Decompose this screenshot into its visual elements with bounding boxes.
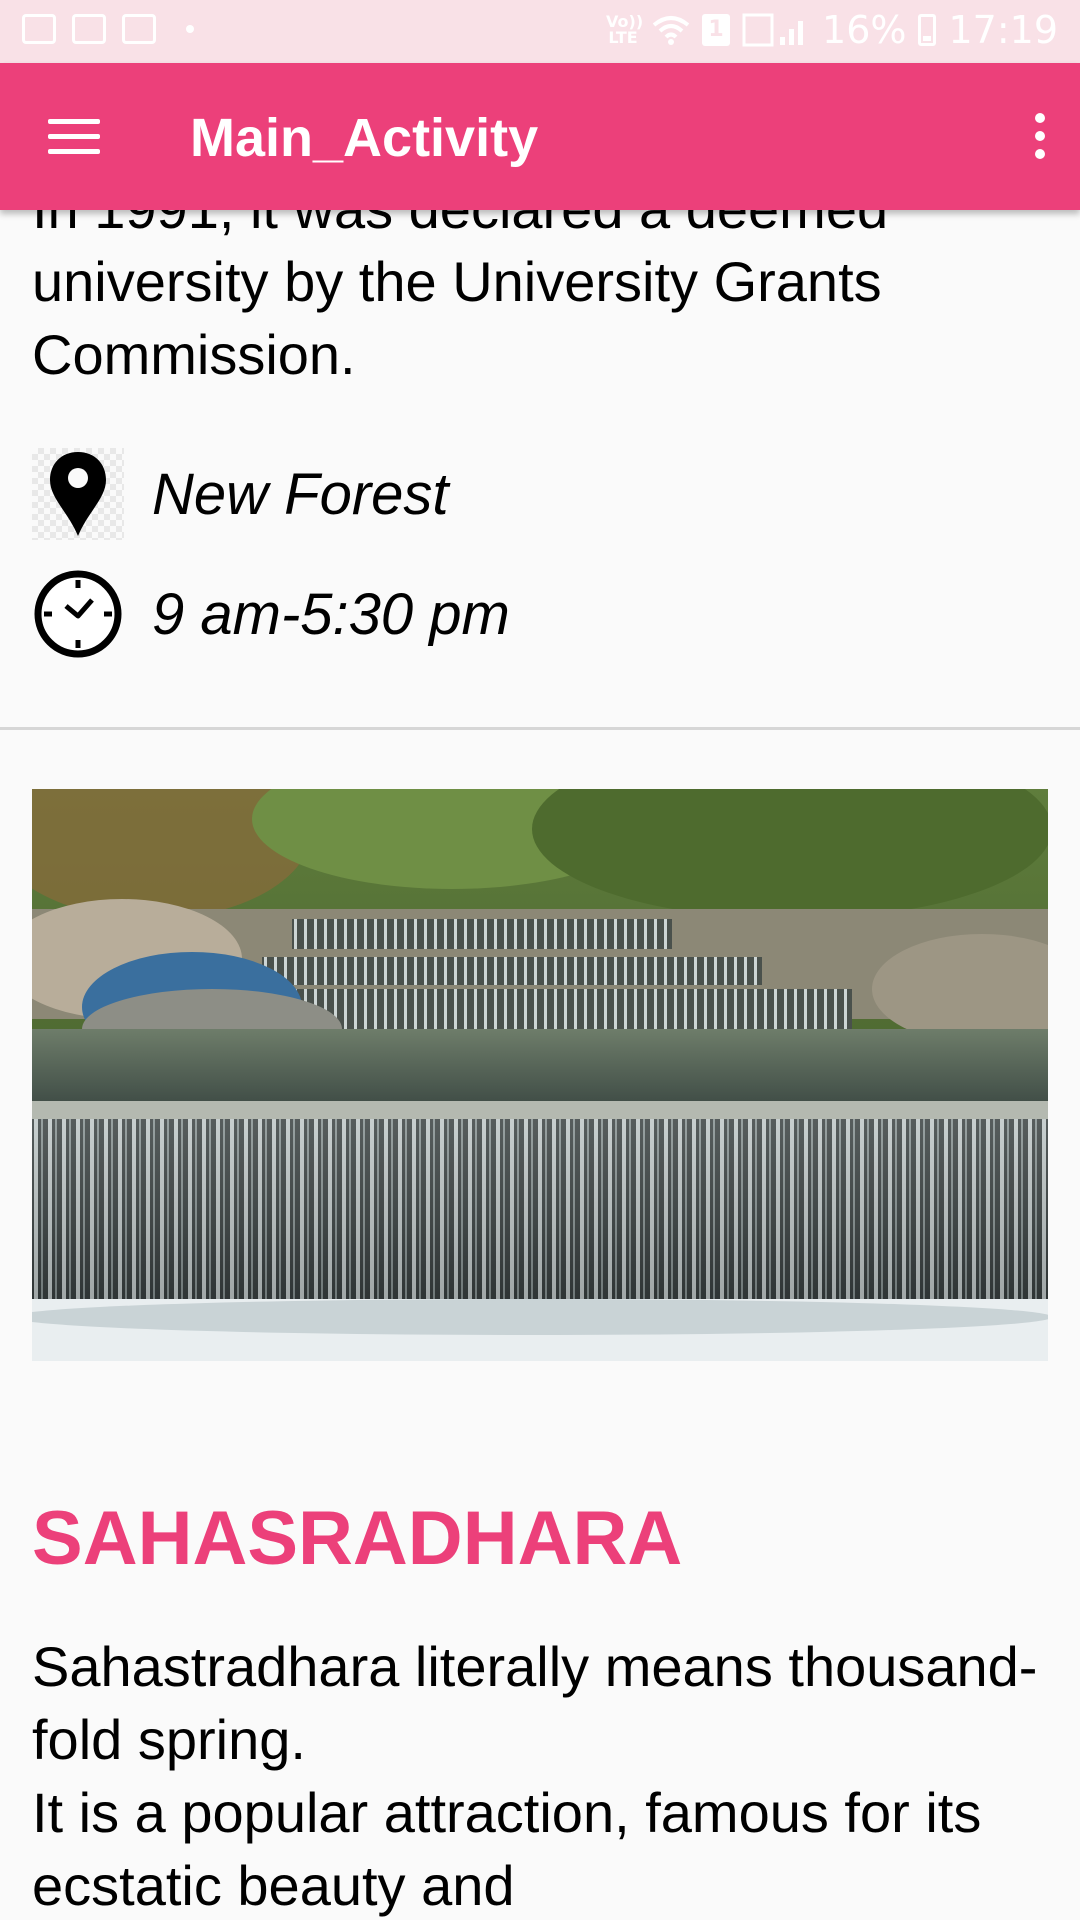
app-title: Main_Activity: [190, 108, 539, 168]
clock-time: 17:19: [948, 8, 1058, 52]
app-bar: Main_Activity: [0, 63, 1080, 210]
place-title: SAHASRADHARA: [32, 1496, 683, 1581]
location-text: New Forest: [152, 461, 449, 527]
mail-icon: [72, 14, 106, 44]
place-description: Sahastradhara literally means thousand-f…: [32, 1635, 1038, 1917]
card-divider: [0, 727, 1080, 730]
wifi-icon: [652, 16, 690, 45]
map-pin-icon: [32, 448, 124, 540]
battery-percent: 16%: [822, 8, 907, 52]
hours-row: 9 am-5:30 pm: [32, 568, 510, 660]
status-bar: Vo)) LTE 1 16% 17:19: [0, 0, 1080, 63]
activity-icon: [122, 14, 156, 44]
sim-indicator: 1: [702, 14, 731, 46]
signal-icon: [742, 13, 804, 47]
system-icons: Vo)) LTE 1 16% 17:19: [606, 8, 1058, 52]
more-notifications-icon: [186, 25, 194, 33]
battery-icon: [918, 14, 937, 46]
clock-icon: [32, 568, 124, 660]
gallery-icon: [22, 14, 56, 44]
waterfall-photo: [32, 789, 1048, 1361]
location-row: New Forest: [32, 448, 449, 540]
notification-icons: [22, 14, 194, 44]
more-vert-icon[interactable]: [1028, 113, 1052, 161]
volte-indicator: Vo)) LTE: [606, 12, 644, 47]
previous-description: In 1991, it was declared a deemed univer…: [32, 210, 888, 386]
hours-text: 9 am-5:30 pm: [152, 581, 510, 647]
hamburger-menu-icon[interactable]: [48, 119, 100, 155]
content-scroll[interactable]: In 1991, it was declared a deemed univer…: [0, 210, 1080, 1920]
